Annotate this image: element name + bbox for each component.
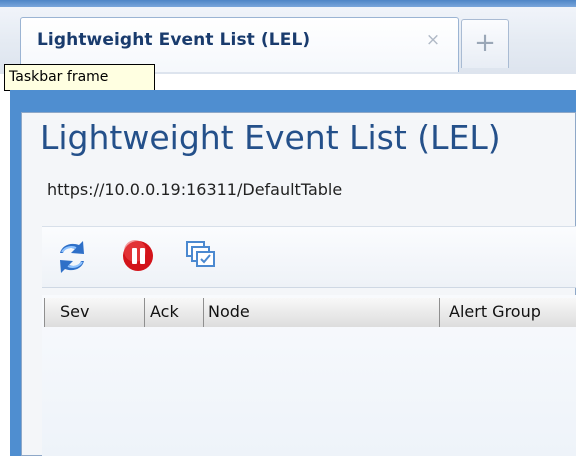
tab-title[interactable]: Lightweight Event List (LEL) [37,30,310,50]
close-icon[interactable]: × [424,31,442,49]
column-header-sev[interactable]: Sev [44,298,145,327]
taskbar-tooltip: Taskbar frame [4,64,155,91]
multi-window-icon[interactable] [184,239,218,273]
column-header-node[interactable]: Node [204,298,440,327]
column-header-alert-group[interactable]: Alert Group [440,298,576,327]
pause-icon[interactable] [121,239,155,273]
page-title: Lightweight Event List (LEL) [40,118,501,157]
table-url: https://10.0.0.19:16311/DefaultTable [47,180,343,199]
taskbar-top-border [0,0,576,7]
lel-window: Lightweight Event List (LEL) × + Taskbar… [0,0,576,456]
column-header-ack[interactable]: Ack [145,298,204,327]
add-tab-button[interactable]: + [461,19,509,68]
refresh-icon[interactable] [54,240,90,274]
event-list-toolbar [42,226,576,288]
